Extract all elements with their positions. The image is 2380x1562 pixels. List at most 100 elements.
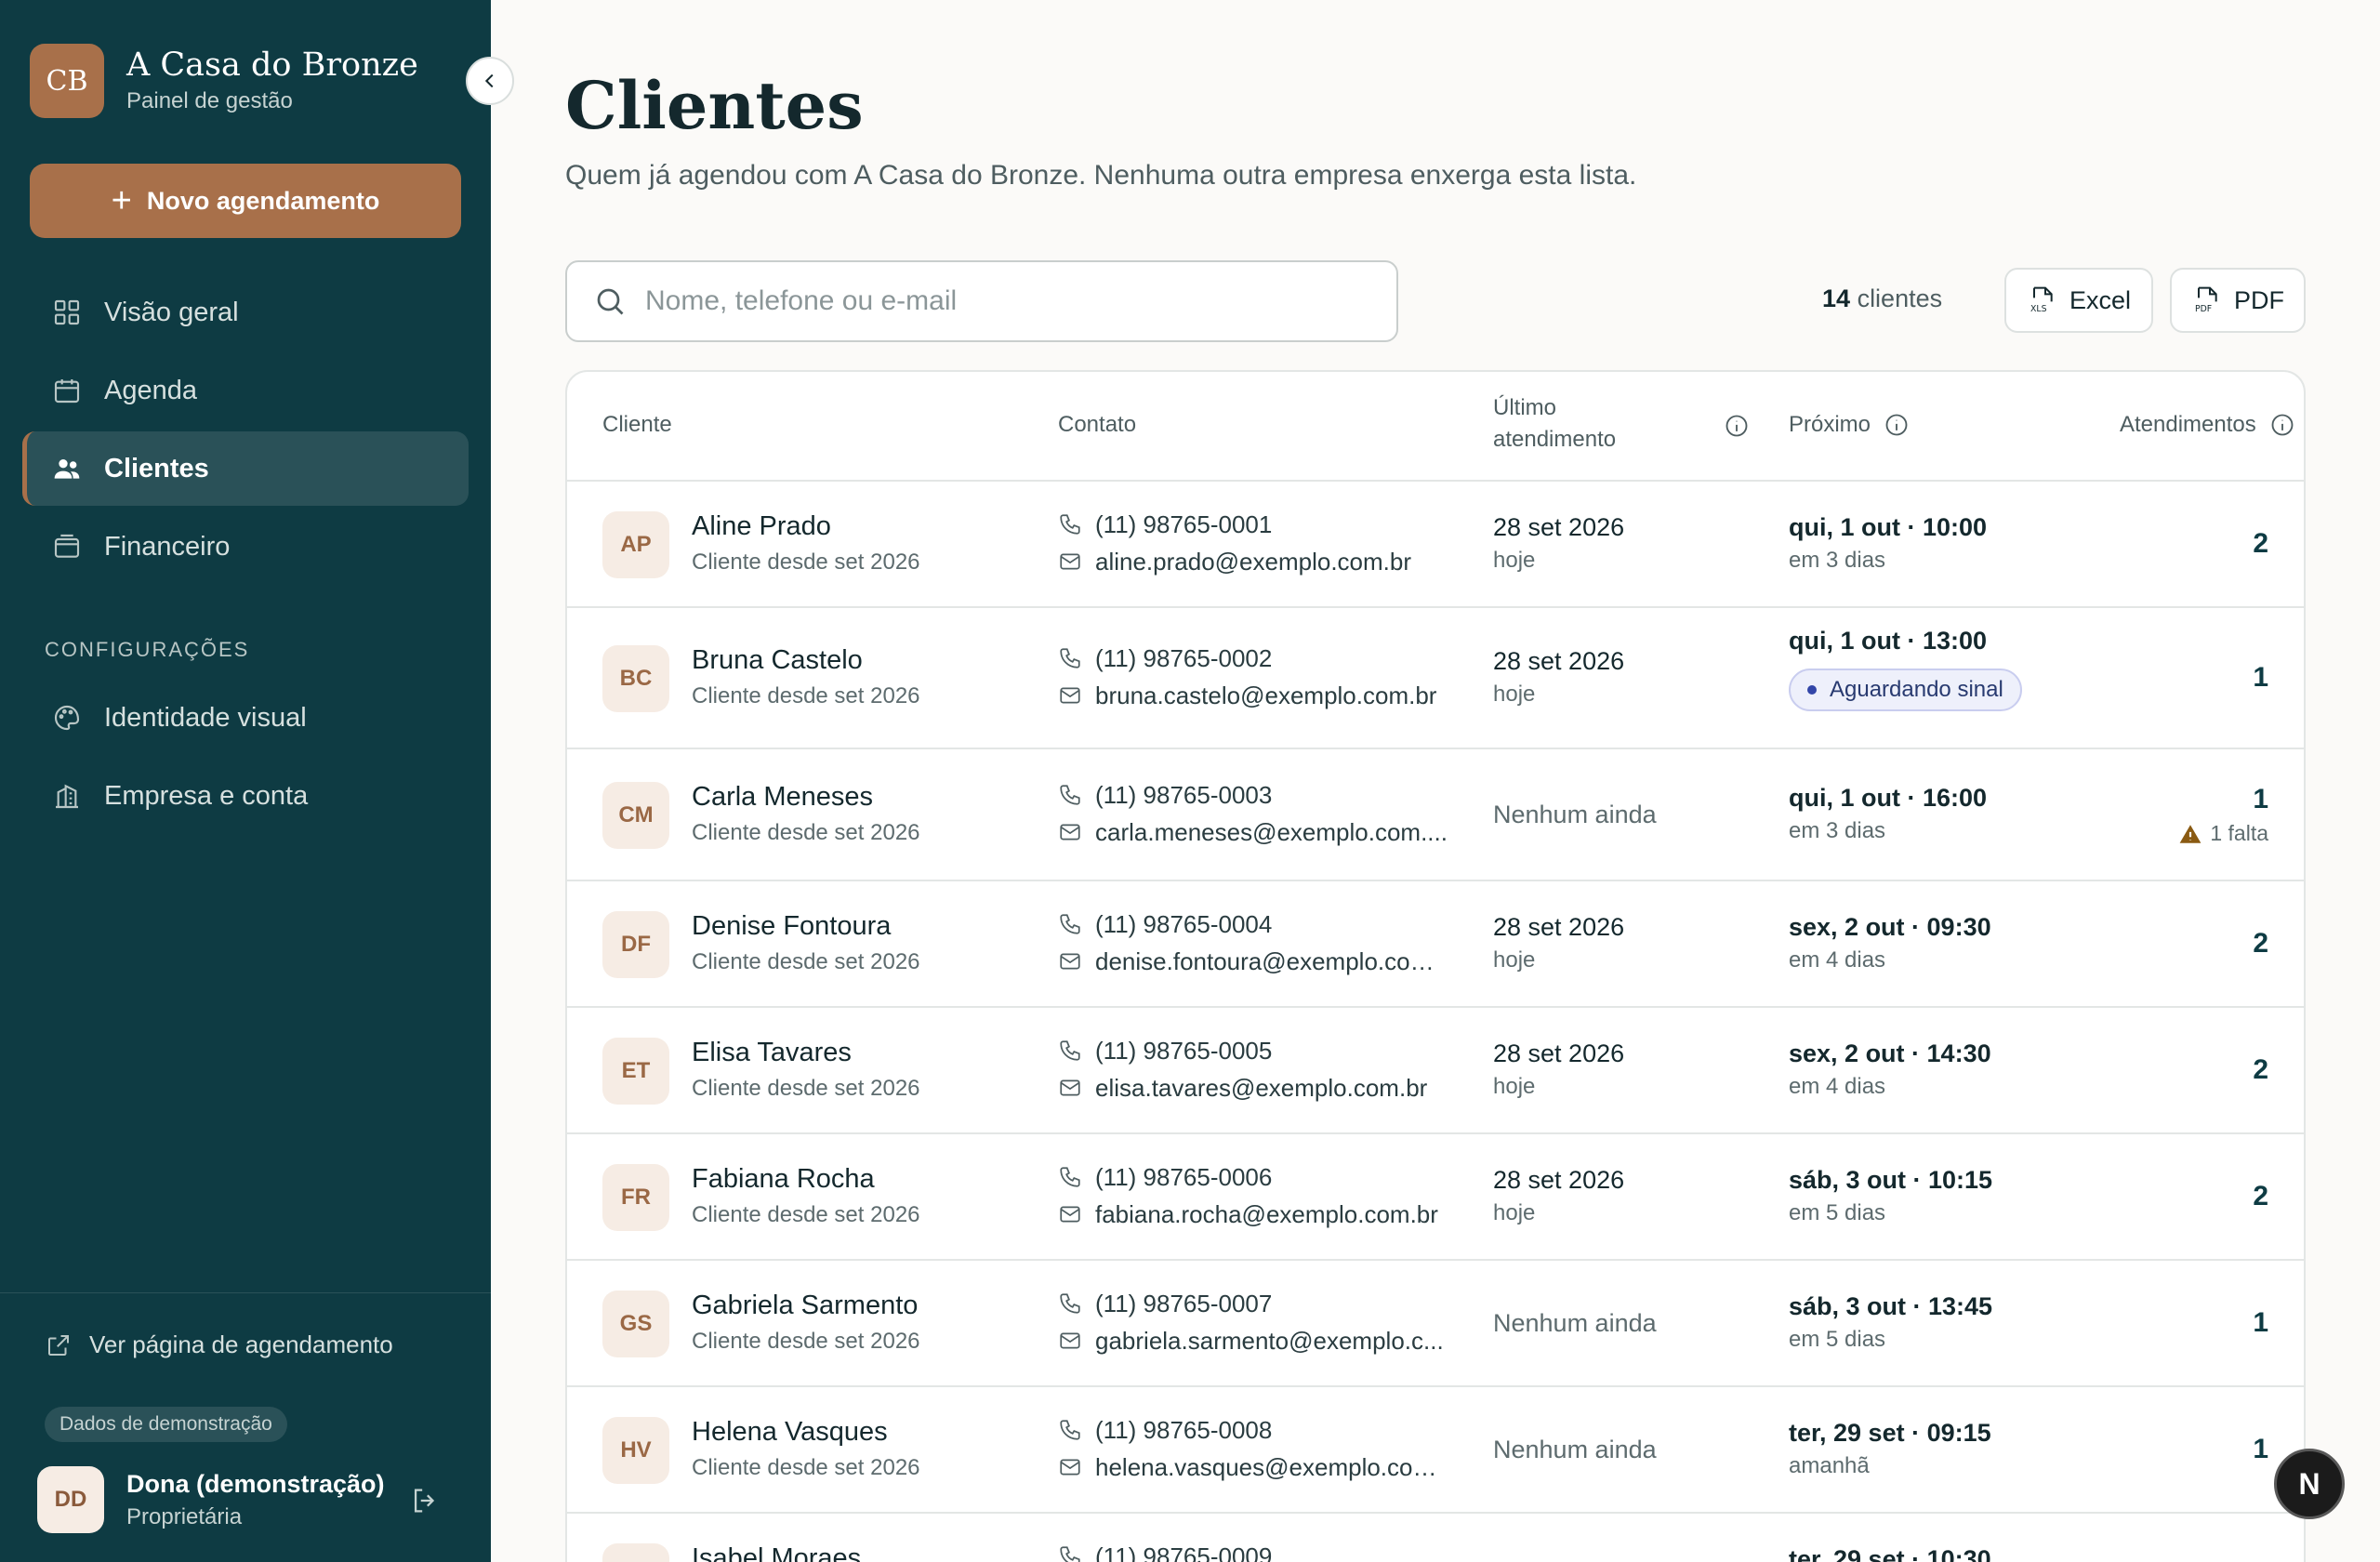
phone-line[interactable]: (11) 98765-0008 (1058, 1411, 1448, 1449)
table-row[interactable]: GS Gabriela Sarmento Cliente desde set 202… (567, 1261, 2304, 1387)
table-row[interactable]: IM Isabel Moraes (11) 98765-0009 ter, 29 se… (567, 1514, 2304, 1562)
last-appointment-cell: 28 set 2026 hoje (1493, 1166, 1625, 1225)
sidebar-item-agenda[interactable]: Agenda (22, 353, 469, 428)
brand-name: A Casa do Bronze (126, 46, 418, 84)
phone-line[interactable]: (11) 98765-0007 (1058, 1285, 1444, 1322)
client-name[interactable]: Elisa Tavares (692, 1038, 920, 1068)
table-row[interactable]: BC Bruna Castelo Cliente desde set 2026 (11… (567, 608, 2304, 749)
col-next[interactable]: Próximo (1789, 409, 1910, 441)
client-name[interactable]: Helena Vasques (692, 1417, 920, 1448)
info-icon[interactable] (2269, 412, 2295, 438)
sidebar-item-finance[interactable]: Financeiro (22, 510, 469, 584)
palette-icon (54, 705, 80, 731)
col-contact[interactable]: Contato (1058, 409, 1136, 441)
appointments-count: 1 (2253, 1307, 2268, 1338)
phone-icon (1060, 914, 1080, 934)
client-cell: Isabel Moraes (692, 1543, 861, 1562)
sidebar-item-company-account[interactable]: Empresa e conta (22, 759, 469, 833)
mail-icon (1060, 824, 1080, 841)
next-appointment-cell: ter, 29 set · 10:30 (1789, 1545, 1991, 1562)
sidebar-item-label: Identidade visual (104, 702, 307, 733)
sidebar-item-clients[interactable]: Clientes (22, 431, 469, 506)
view-booking-page-link[interactable]: Ver página de agendamento (45, 1330, 393, 1359)
client-name[interactable]: Denise Fontoura (692, 911, 920, 942)
client-name[interactable]: Bruna Castelo (692, 645, 920, 676)
appointments-count: 2 (2253, 528, 2268, 559)
contact-cell: (11) 98765-0007 gabriela.sarmento@exemplo… (1058, 1285, 1444, 1359)
client-name[interactable]: Aline Prado (692, 511, 920, 542)
building-icon (56, 784, 78, 809)
client-cell: Fabiana Rocha Cliente desde set 2026 (692, 1164, 920, 1228)
contact-cell: (11) 98765-0004 denise.fontoura@exemplo.c… (1058, 906, 1448, 980)
phone-icon (1060, 648, 1080, 668)
contact-cell: (11) 98765-0008 helena.vasques@exemplo.co… (1058, 1411, 1448, 1486)
phone-line[interactable]: (11) 98765-0009 (1058, 1538, 1272, 1562)
col-appointments[interactable]: Atendimentos (2120, 409, 2295, 441)
avatar: HV (602, 1417, 669, 1484)
phone-line[interactable]: (11) 98765-0006 (1058, 1158, 1438, 1196)
warning-icon (2179, 824, 2202, 843)
email-line[interactable]: aline.prado@exemplo.com.br (1058, 543, 1411, 580)
contact-cell: (11) 98765-0002 bruna.castelo@exemplo.com… (1058, 640, 1436, 714)
email-line[interactable]: denise.fontoura@exemplo.com... (1058, 943, 1448, 980)
logout-icon[interactable] (409, 1485, 441, 1516)
next-appointment-cell: qui, 1 out · 10:00 em 3 dias (1789, 513, 1988, 573)
email-line[interactable]: carla.meneses@exemplo.com.... (1058, 814, 1448, 851)
email-line[interactable]: gabriela.sarmento@exemplo.c... (1058, 1322, 1444, 1359)
mail-icon (1060, 1206, 1080, 1223)
appointments-cell: 1 (2253, 662, 2268, 694)
info-icon[interactable] (1724, 413, 1750, 439)
next-appointment-cell: ter, 29 set · 09:15 amanhã (1789, 1419, 1991, 1478)
email-line[interactable]: bruna.castelo@exemplo.com.br (1058, 677, 1436, 714)
new-appointment-button[interactable]: + Novo agendamento (30, 164, 461, 238)
appointments-cell: 2 (2253, 528, 2268, 560)
export-excel-button[interactable]: XLS Excel (2004, 268, 2153, 333)
mail-icon (1060, 1079, 1080, 1096)
last-appointment-none: Nenhum ainda (1493, 801, 1657, 828)
info-icon[interactable] (1884, 412, 1910, 438)
user-name: Dona (demonstração) (126, 1469, 385, 1498)
appointments-cell: 2 (2253, 928, 2268, 960)
client-name[interactable]: Fabiana Rocha (692, 1164, 920, 1195)
phone-line[interactable]: (11) 98765-0005 (1058, 1032, 1427, 1069)
col-last-appointment[interactable]: Último atendimento (1493, 392, 1616, 456)
client-since: Cliente desde set 2026 (692, 1329, 920, 1354)
sidebar-item-overview[interactable]: Visão geral (22, 275, 469, 350)
mail-icon (1060, 1332, 1080, 1349)
client-cell: Helena Vasques Cliente desde set 2026 (692, 1417, 920, 1481)
sidebar-item-visual-identity[interactable]: Identidade visual (22, 681, 469, 755)
table-row[interactable]: HV Helena Vasques Cliente desde set 2026 (1… (567, 1387, 2304, 1514)
client-name[interactable]: Isabel Moraes (692, 1543, 861, 1562)
col-client[interactable]: Cliente (602, 409, 672, 441)
main-nav: Visão geral Agenda Clientes Financeiro (22, 275, 469, 584)
last-appointment-cell: 28 set 2026 hoje (1493, 647, 1625, 707)
phone-line[interactable]: (11) 98765-0003 (1058, 776, 1448, 814)
dev-tools-badge[interactable]: N (2274, 1449, 2345, 1519)
email-line[interactable]: fabiana.rocha@exemplo.com.br (1058, 1196, 1438, 1233)
chevron-left-icon (484, 73, 494, 88)
table-row[interactable]: AP Aline Prado Cliente desde set 2026 (11) … (567, 482, 2304, 608)
sidebar-item-label: Visão geral (104, 297, 239, 327)
phone-icon (1060, 1420, 1080, 1440)
phone-icon (1060, 514, 1080, 535)
phone-line[interactable]: (11) 98765-0001 (1058, 506, 1411, 543)
email-line[interactable]: helena.vasques@exemplo.com... (1058, 1449, 1448, 1486)
collapse-sidebar-button[interactable] (466, 57, 514, 105)
contact-cell: (11) 98765-0001 aline.prado@exemplo.com.b… (1058, 506, 1411, 580)
phone-line[interactable]: (11) 98765-0004 (1058, 906, 1448, 943)
email-line[interactable]: elisa.tavares@exemplo.com.br (1058, 1069, 1427, 1106)
client-name[interactable]: Carla Meneses (692, 782, 920, 813)
table-row[interactable]: DF Denise Fontoura Cliente desde set 2026 (… (567, 881, 2304, 1008)
table-row[interactable]: ET Elisa Tavares Cliente desde set 2026 (11… (567, 1008, 2304, 1134)
table-row[interactable]: CM Carla Meneses Cliente desde set 2026 (11… (567, 749, 2304, 881)
sidebar: CB A Casa do Bronze Painel de gestão + N… (0, 0, 491, 1562)
mail-icon (1060, 687, 1080, 704)
export-pdf-button[interactable]: PDF PDF (2170, 268, 2306, 333)
grid-icon (54, 299, 80, 325)
phone-line[interactable]: (11) 98765-0002 (1058, 640, 1436, 677)
phone-icon (1060, 1167, 1080, 1187)
last-appointment-cell: 28 set 2026 hoje (1493, 513, 1625, 573)
table-row[interactable]: FR Fabiana Rocha Cliente desde set 2026 (11… (567, 1134, 2304, 1261)
client-name[interactable]: Gabriela Sarmento (692, 1291, 920, 1321)
search-input[interactable] (645, 285, 1370, 317)
